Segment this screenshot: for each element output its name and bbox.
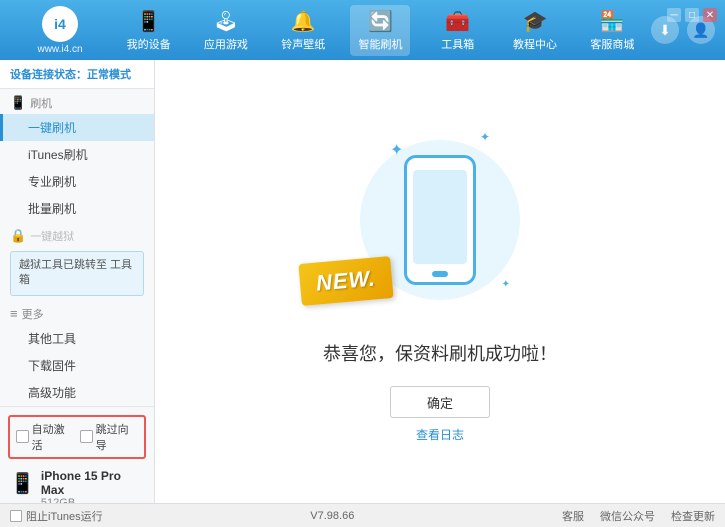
nav-smart-flash-label: 智能刷机 (358, 36, 402, 52)
sidebar-batch-flash[interactable]: 批量刷机 (0, 195, 154, 222)
auto-activate-checkbox[interactable] (16, 430, 29, 443)
sidebar-other-tools[interactable]: 其他工具 (0, 325, 154, 352)
device-name: iPhone 15 Pro Max (41, 469, 144, 497)
device-phone-icon: 📱 (10, 471, 35, 496)
logo: i4 www.i4.cn (10, 6, 110, 55)
nav-ringtones-label: 铃声壁纸 (281, 36, 325, 52)
flash-section-label: 📱 刷机 (0, 89, 154, 114)
status-bar: 设备连接状态：正常模式 (0, 60, 154, 89)
jailbreak-section-label: 🔒 一键越狱 (0, 222, 154, 247)
service-icon: 🏪 (600, 9, 625, 34)
footer-left: 阻止iTunes运行 (10, 508, 103, 524)
nav-items: 📱 我的设备 🕹 应用游戏 🔔 铃声壁纸 🔄 智能刷机 🧰 工具箱 🎓 (110, 5, 651, 56)
status-label: 设备连接状态： (10, 69, 87, 81)
footer-links: 客服 微信公众号 检查更新 (562, 508, 715, 524)
apps-games-icon: 🕹 (213, 9, 238, 34)
smart-flash-icon: 🔄 (368, 9, 393, 34)
sparkle-1: ✦ (390, 140, 403, 160)
logo-subtitle: www.i4.cn (37, 44, 82, 55)
jailbreak-label: 一键越狱 (30, 228, 74, 244)
sidebar-download-firmware[interactable]: 下载固件 (0, 352, 154, 379)
sidebar-bottom: 自动激活 跳过向导 📱 iPhone 15 Pro Max 512GB iPho… (0, 406, 154, 503)
success-illustration: NEW. ✦ ✦ ✦ (330, 120, 550, 320)
footer-link-update[interactable]: 检查更新 (671, 508, 715, 524)
flash-section-text: 刷机 (30, 95, 52, 111)
auto-activate-row: 自动激活 跳过向导 (8, 415, 146, 459)
sidebar-pro-flash[interactable]: 专业刷机 (0, 168, 154, 195)
nav-apps-games[interactable]: 🕹 应用游戏 (196, 5, 256, 56)
nav-ringtones[interactable]: 🔔 铃声壁纸 (273, 5, 333, 56)
footer-link-wechat[interactable]: 微信公众号 (600, 508, 655, 524)
success-message: 恭喜您，保资料刷机成功啦！ (323, 340, 557, 366)
sparkle-2: ✦ (480, 130, 490, 144)
my-device-icon: 📱 (136, 9, 161, 34)
flash-section-icon: 📱 (10, 95, 26, 111)
toolbox-icon: 🧰 (445, 9, 470, 34)
sparkle-3: ✦ (502, 279, 510, 290)
itunes-checkbox[interactable] (10, 510, 22, 522)
nav-apps-label: 应用游戏 (204, 36, 248, 52)
ringtones-icon: 🔔 (291, 9, 316, 34)
footer: 阻止iTunes运行 V7.98.66 客服 微信公众号 检查更新 (0, 503, 725, 527)
window-controls: ─ □ ✕ (667, 8, 717, 22)
top-navigation: i4 www.i4.cn 📱 我的设备 🕹 应用游戏 🔔 铃声壁纸 🔄 智能刷机 (0, 0, 725, 60)
guide-activate-checkbox[interactable] (80, 430, 93, 443)
nav-smart-flash[interactable]: 🔄 智能刷机 (350, 5, 410, 56)
device-info: iPhone 15 Pro Max 512GB iPhone (41, 469, 144, 503)
close-button[interactable]: ✕ (703, 8, 717, 22)
nav-toolbox-label: 工具箱 (441, 36, 474, 52)
nav-my-device-label: 我的设备 (127, 36, 171, 52)
new-text: NEW. (315, 265, 377, 295)
footer-version: V7.98.66 (123, 510, 542, 522)
more-section-text: 更多 (22, 306, 44, 322)
footer-link-service[interactable]: 客服 (562, 508, 584, 524)
jailbreak-notice: 越狱工具已跳转至 工具箱 (10, 251, 144, 296)
more-section-icon: ≡ (10, 306, 18, 321)
content-area: NEW. ✦ ✦ ✦ 恭喜您，保资料刷机成功啦！ 确定 查看日志 (155, 60, 725, 503)
guide-activate-checkbox-item[interactable]: 跳过向导 (80, 421, 138, 453)
status-value: 正常模式 (87, 69, 131, 81)
nav-service-label: 客服商城 (590, 36, 634, 52)
confirm-button[interactable]: 确定 (390, 386, 490, 418)
tutorial-icon: 🎓 (523, 9, 548, 34)
device-storage: 512GB (41, 497, 144, 503)
auto-activate-checkbox-item[interactable]: 自动激活 (16, 421, 74, 453)
phone-home-button (432, 271, 448, 277)
sidebar-itunes-flash[interactable]: iTunes刷机 (0, 141, 154, 168)
maximize-button[interactable]: □ (685, 8, 699, 22)
nav-my-device[interactable]: 📱 我的设备 (119, 5, 179, 56)
nav-tutorial[interactable]: 🎓 教程中心 (505, 5, 565, 56)
nav-tutorial-label: 教程中心 (513, 36, 557, 52)
new-banner: NEW. (298, 256, 393, 306)
nav-toolbox[interactable]: 🧰 工具箱 (428, 5, 488, 56)
nav-service[interactable]: 🏪 客服商城 (582, 5, 642, 56)
sidebar-one-key-flash[interactable]: 一键刷机 (0, 114, 154, 141)
sidebar: 设备连接状态：正常模式 📱 刷机 一键刷机 iTunes刷机 专业刷机 批量刷机… (0, 60, 155, 503)
device-item: 📱 iPhone 15 Pro Max 512GB iPhone (8, 465, 146, 503)
log-link[interactable]: 查看日志 (416, 426, 464, 443)
logo-icon: i4 (42, 6, 78, 42)
main-layout: 设备连接状态：正常模式 📱 刷机 一键刷机 iTunes刷机 专业刷机 批量刷机… (0, 60, 725, 503)
phone-body (404, 155, 476, 285)
itunes-label: 阻止iTunes运行 (26, 508, 103, 524)
auto-activate-label: 自动激活 (32, 421, 74, 453)
more-section-label: ≡ 更多 (0, 300, 154, 325)
minimize-button[interactable]: ─ (667, 8, 681, 22)
guide-activate-label: 跳过向导 (96, 421, 138, 453)
sidebar-advanced[interactable]: 高级功能 (0, 379, 154, 406)
jailbreak-icon: 🔒 (10, 228, 26, 244)
phone-screen (413, 170, 467, 264)
